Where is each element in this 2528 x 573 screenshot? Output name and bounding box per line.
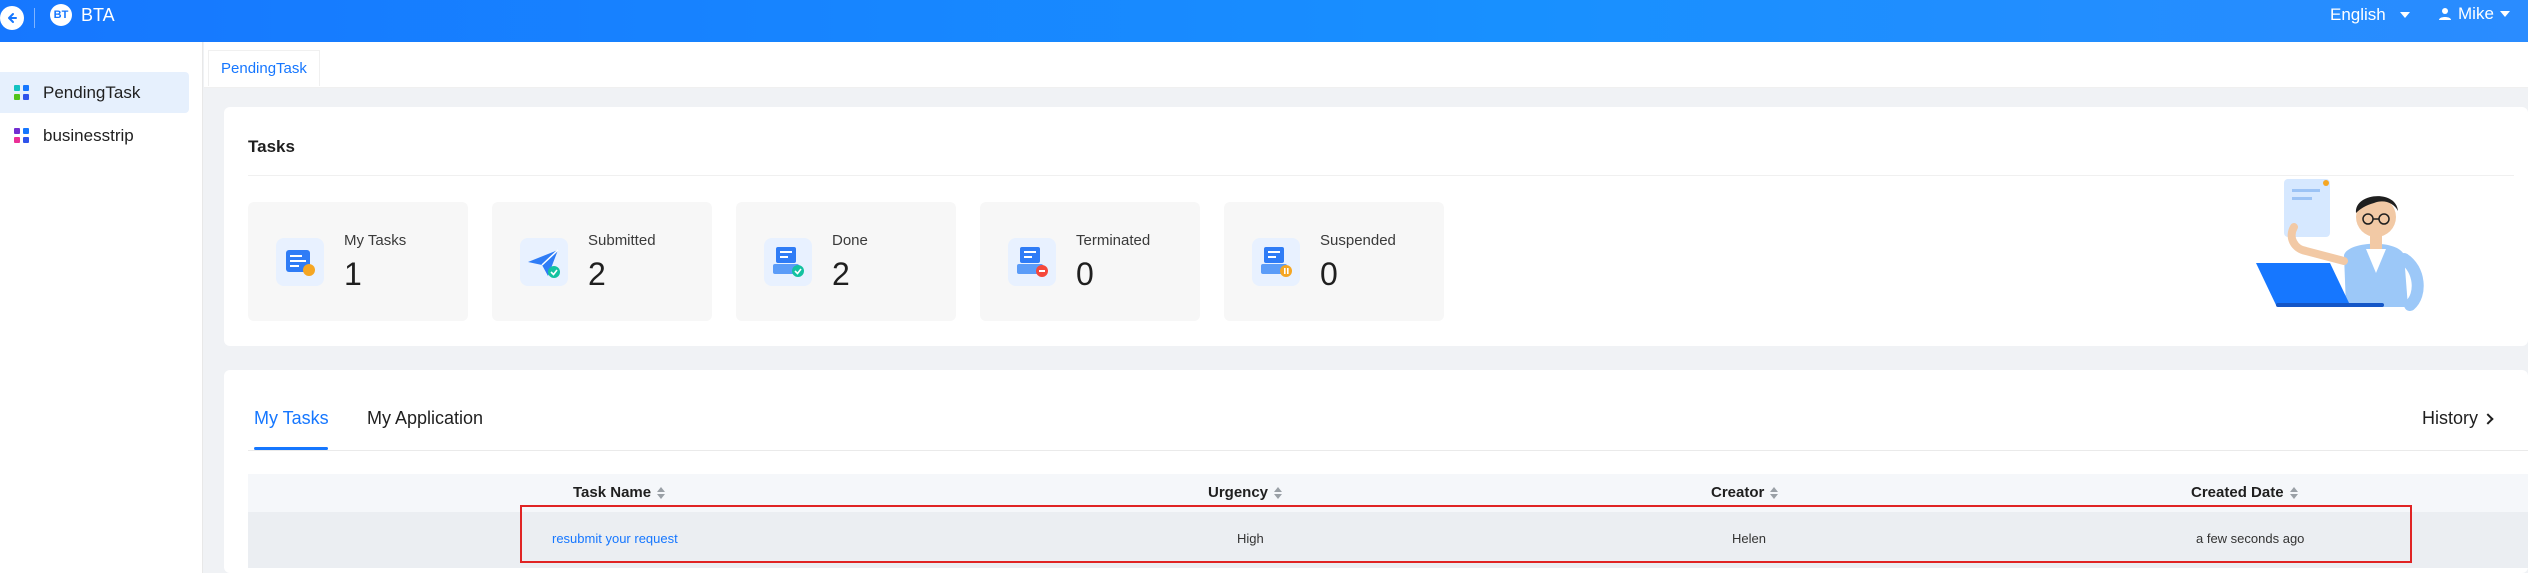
stat-label: Done	[832, 232, 868, 249]
back-button[interactable]	[0, 6, 24, 30]
divider	[248, 175, 2514, 176]
sort-icon	[2289, 486, 2298, 499]
stat-terminated[interactable]: Terminated 0	[980, 202, 1200, 321]
header-divider	[34, 8, 35, 28]
column-header-label: Created Date	[2191, 484, 2284, 501]
grid-icon	[14, 127, 30, 144]
tab-my-application[interactable]: My Application	[367, 408, 483, 429]
chevron-right-icon	[2482, 412, 2494, 425]
column-header-task-name[interactable]: Task Name	[573, 484, 666, 501]
user-menu[interactable]: Mike	[2438, 4, 2510, 24]
stat-done[interactable]: Done 2	[736, 202, 956, 321]
history-label: History	[2422, 408, 2479, 428]
history-link[interactable]: History	[2422, 408, 2494, 429]
stat-label: Submitted	[588, 232, 656, 249]
sidebar-item-businesstrip[interactable]: businesstrip	[0, 115, 189, 156]
chevron-down-icon	[2399, 12, 2410, 18]
terminated-icon	[1008, 238, 1056, 286]
stat-suspended[interactable]: Suspended 0	[1224, 202, 1444, 321]
language-label: English	[2330, 5, 2386, 24]
sidebar-item-label: PendingTask	[43, 82, 141, 102]
stat-label: Suspended	[1320, 232, 1396, 249]
sort-icon	[1770, 486, 1779, 499]
tasks-title: Tasks	[248, 137, 295, 156]
app-logo: BT	[50, 4, 72, 26]
tasks-card: Tasks My Tasks 1 Submitted 2 Done 2 Term…	[224, 107, 2528, 346]
column-header-label: Task Name	[573, 484, 652, 501]
language-selector[interactable]: English	[2330, 5, 2410, 25]
column-header-label: Creator	[1711, 484, 1765, 501]
column-header-creator[interactable]: Creator	[1711, 484, 1779, 501]
stat-value: 2	[588, 256, 606, 292]
sidebar-item-pendingtask[interactable]: PendingTask	[0, 72, 189, 113]
column-header-created-date[interactable]: Created Date	[2191, 484, 2298, 501]
row-highlight-box	[520, 505, 2412, 563]
tab-pendingtask[interactable]: PendingTask	[208, 50, 320, 86]
chevron-down-icon	[2499, 11, 2510, 17]
person-laptop-illustration	[2256, 179, 2424, 311]
sort-icon	[1274, 486, 1283, 499]
logo-text: BT	[53, 9, 69, 21]
column-header-label: Urgency	[1208, 484, 1269, 501]
user-name: Mike	[2458, 4, 2494, 23]
sidebar-item-label: businesstrip	[43, 125, 134, 145]
sort-icon	[657, 486, 666, 499]
user-icon	[2439, 8, 2451, 20]
tabs-divider	[248, 450, 2528, 451]
grid-icon	[14, 84, 30, 101]
tab-my-tasks[interactable]: My Tasks	[254, 408, 329, 429]
sidebar: PendingTask businesstrip	[0, 42, 203, 573]
stat-label: Terminated	[1076, 232, 1151, 249]
done-check-icon	[764, 238, 812, 286]
suspended-icon	[1252, 238, 1300, 286]
column-header-urgency[interactable]: Urgency	[1208, 484, 1283, 501]
page-tab-strip: PendingTask	[204, 42, 2528, 88]
paper-plane-icon	[520, 238, 568, 286]
stat-value: 1	[344, 256, 362, 292]
stat-submitted[interactable]: Submitted 2	[492, 202, 712, 321]
task-list-icon	[276, 238, 324, 286]
stat-value: 0	[1320, 256, 1338, 292]
stat-my-tasks[interactable]: My Tasks 1	[248, 202, 468, 321]
top-bar: BT BTA English Mike	[0, 0, 2528, 42]
stat-value: 2	[832, 256, 850, 292]
stat-value: 0	[1076, 256, 1094, 292]
arrow-left-icon	[8, 13, 17, 23]
app-title: BTA	[81, 5, 115, 25]
stat-label: My Tasks	[344, 232, 407, 249]
